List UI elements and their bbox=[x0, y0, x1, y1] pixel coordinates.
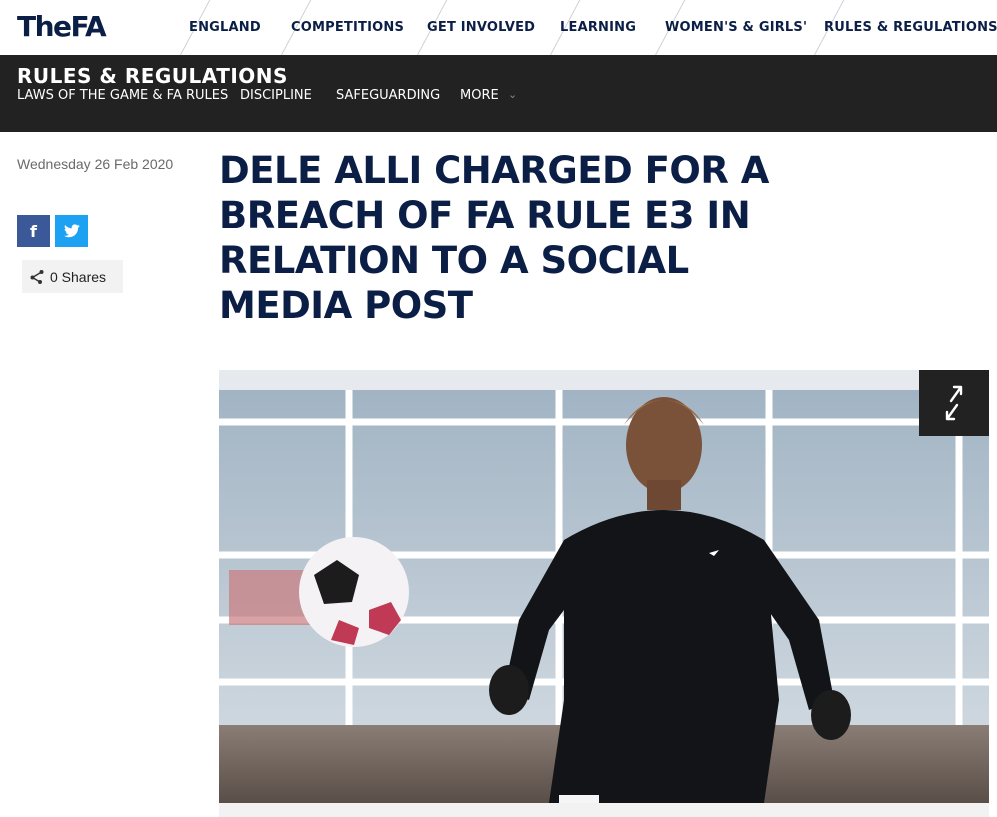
expand-image-button[interactable] bbox=[919, 370, 989, 436]
nav-item-get-involved[interactable]: GET INVOLVED bbox=[427, 0, 535, 55]
section-navigation: RULES & REGULATIONS LAWS OF THE GAME & F… bbox=[0, 55, 997, 132]
nav-item-competitions[interactable]: COMPETITIONS bbox=[291, 0, 404, 55]
subnav-discipline[interactable]: DISCIPLINE bbox=[240, 88, 312, 103]
article-date: Wednesday 26 Feb 2020 bbox=[17, 156, 174, 172]
article-headline: DELE ALLI CHARGED FOR A BREACH OF FA RUL… bbox=[219, 149, 769, 327]
share-icon bbox=[30, 269, 44, 284]
share-count-label: 0 Shares bbox=[50, 268, 107, 285]
subnav-safeguarding[interactable]: SAFEGUARDING bbox=[336, 88, 440, 103]
facebook-share-button[interactable]: f bbox=[17, 215, 50, 247]
nav-item-learning[interactable]: LEARNING bbox=[560, 0, 636, 55]
subnav-more[interactable]: MORE bbox=[460, 88, 499, 103]
nav-item-rules-regulations[interactable]: RULES & REGULATIONS bbox=[824, 0, 997, 55]
nav-item-england[interactable]: ENGLAND bbox=[189, 0, 261, 55]
fa-logo[interactable]: TheFA bbox=[17, 10, 107, 43]
twitter-icon bbox=[63, 224, 80, 238]
article-hero-image bbox=[219, 370, 989, 803]
subnav-laws-of-the-game[interactable]: LAWS OF THE GAME & FA RULES bbox=[17, 88, 228, 103]
image-caption-strip bbox=[219, 803, 989, 817]
player-photo bbox=[219, 370, 989, 803]
twitter-share-button[interactable] bbox=[55, 215, 88, 247]
facebook-icon: f bbox=[30, 221, 37, 241]
chevron-down-icon[interactable]: ⌄ bbox=[508, 88, 517, 101]
nav-item-womens-girls[interactable]: WOMEN'S & GIRLS' bbox=[665, 0, 807, 55]
section-title[interactable]: RULES & REGULATIONS bbox=[17, 64, 288, 88]
share-count[interactable]: 0 Shares bbox=[22, 260, 123, 293]
expand-icon bbox=[945, 385, 963, 421]
top-navigation: TheFA ENGLAND COMPETITIONS GET INVOLVED … bbox=[0, 0, 997, 55]
